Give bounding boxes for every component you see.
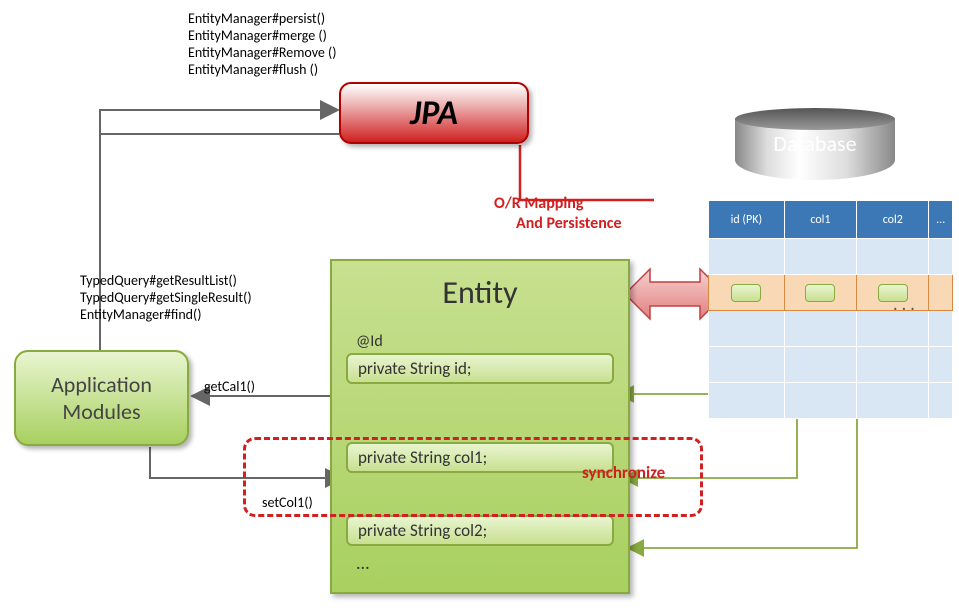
db-row xyxy=(709,347,953,383)
db-row xyxy=(709,311,953,347)
line-jpa-down xyxy=(520,145,654,200)
db-header: id (PK) xyxy=(709,201,785,239)
em-method: EntityManager#flush () xyxy=(188,61,337,78)
dots-label: . . . xyxy=(893,293,915,315)
app-label-1: Application xyxy=(51,371,152,398)
jpa-label: JPA xyxy=(410,93,458,134)
database-label: Database xyxy=(735,130,895,157)
db-row-highlighted xyxy=(709,275,953,311)
db-cell-icon xyxy=(805,284,835,302)
em-method: EntityManager#persist() xyxy=(188,10,337,27)
application-modules-box: Application Modules xyxy=(14,350,189,446)
db-header: col2 xyxy=(857,201,929,239)
db-row xyxy=(709,239,953,275)
database-cylinder: Database xyxy=(735,108,895,180)
tq-method: EntityManager#find() xyxy=(80,306,252,323)
em-method: EntityManager#merge () xyxy=(188,27,337,44)
db-cell-icon xyxy=(731,284,761,302)
entity-title: Entity xyxy=(332,273,628,312)
em-methods-list: EntityManager#persist() EntityManager#me… xyxy=(188,10,337,78)
entity-field-col2: private String col2; xyxy=(346,515,614,546)
getcal-label: getCal1() xyxy=(204,378,255,395)
entity-ellipsis: ... xyxy=(356,552,628,574)
tq-methods-list: TypedQuery#getResultList() TypedQuery#ge… xyxy=(80,272,252,323)
database-table: id (PK) col1 col2 ... xyxy=(708,200,953,419)
or-mapping-label: O/R Mapping And Persistence xyxy=(494,194,622,234)
app-label-2: Modules xyxy=(62,398,140,425)
tq-method: TypedQuery#getSingleResult() xyxy=(80,289,252,306)
tq-method: TypedQuery#getResultList() xyxy=(80,272,252,289)
db-header: ... xyxy=(929,201,953,239)
em-method: EntityManager#Remove () xyxy=(188,44,337,61)
synchronize-dashed-box xyxy=(243,437,703,517)
entity-box: Entity @Id private String id; private St… xyxy=(330,259,630,594)
entity-annotation: @Id xyxy=(356,332,628,351)
entity-field-id: private String id; xyxy=(346,353,614,384)
jpa-box: JPA xyxy=(339,82,529,144)
db-row xyxy=(709,383,953,419)
db-header: col1 xyxy=(784,201,856,239)
